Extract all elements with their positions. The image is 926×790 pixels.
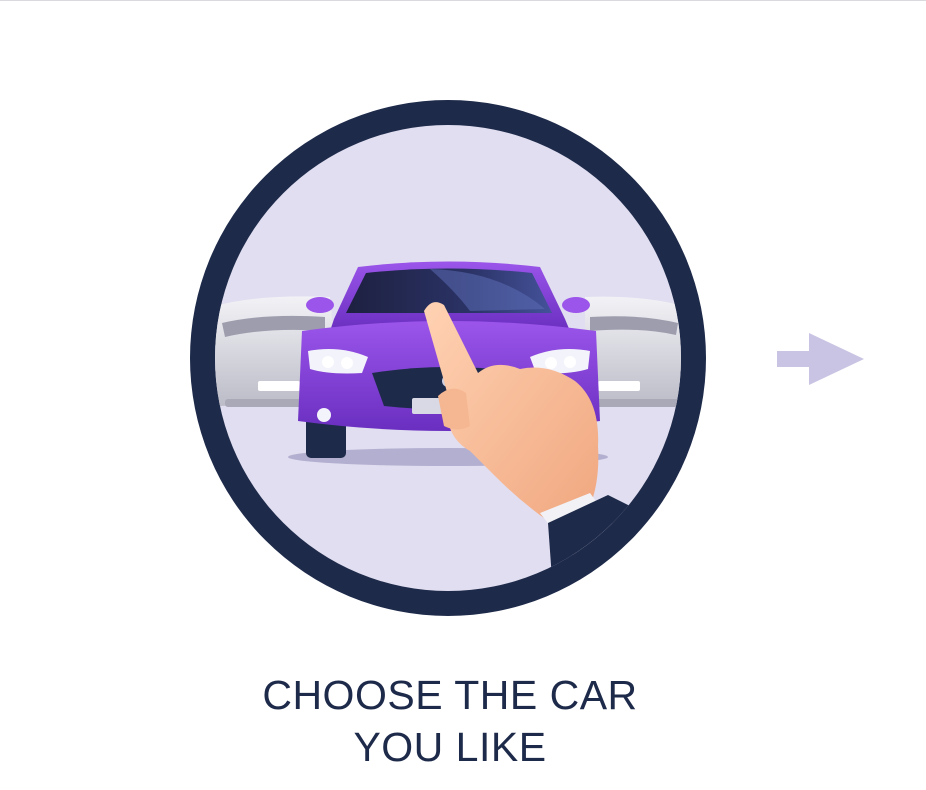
how-it-works-step: CHOOSE THE CAR YOU LIKE: [0, 0, 926, 790]
arrow-right-icon[interactable]: [777, 333, 864, 385]
step-caption: CHOOSE THE CAR YOU LIKE: [180, 669, 720, 773]
step-caption-line-1: CHOOSE THE CAR: [262, 672, 638, 718]
background-car-right: [585, 296, 681, 407]
step-caption-line-2: YOU LIKE: [353, 724, 547, 770]
